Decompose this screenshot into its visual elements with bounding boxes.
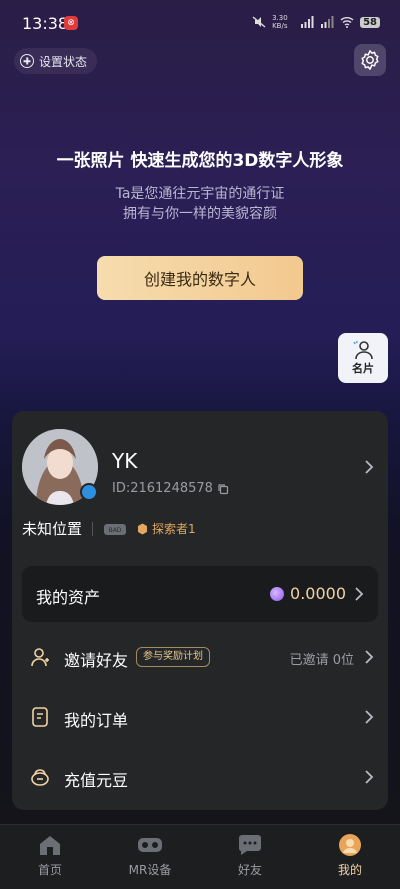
orders-label: 我的订单 (64, 711, 129, 730)
notification-icon: ⊗ (64, 16, 78, 30)
vr-headset-icon: BAD (104, 523, 127, 535)
bottom-tab-bar: 首页 MR设备 好友 我的 (0, 824, 400, 889)
copy-icon[interactable] (217, 483, 229, 495)
chevron-right-icon (365, 650, 374, 664)
assets-label: 我的资产 (36, 588, 101, 607)
create-digital-human-button[interactable]: 创建我的数字人 (97, 256, 303, 300)
tab-friends-label: 好友 (237, 863, 262, 877)
status-icons: 3.30 KB/s 58 (252, 14, 380, 30)
namecard-button[interactable]: 名片 (338, 333, 388, 383)
avatar-edit-badge[interactable] (80, 483, 98, 501)
location-row: 未知位置 BAD 探索者1 (22, 518, 196, 539)
mute-icon (252, 16, 266, 28)
tab-mr-label: MR设备 (128, 863, 172, 877)
profile-card: YK ID:2161248578 未知位置 BAD 探索者1 我的资产 0.00… (12, 411, 388, 810)
tab-home-label: 首页 (37, 863, 62, 877)
namecard-label: 名片 (352, 362, 374, 375)
invite-friends-row[interactable]: 邀请好友 参与奖励计划 已邀请 0位 (12, 629, 388, 685)
recharge-row[interactable]: 充值元豆 (12, 749, 388, 805)
wifi-icon (340, 17, 354, 28)
signal-icon-2 (321, 16, 334, 28)
tab-home[interactable]: 首页 (0, 825, 100, 889)
battery-icon: 58 (360, 16, 380, 28)
plus-circle-icon (20, 54, 34, 68)
user-id-text: ID:2161248578 (112, 481, 213, 496)
person-icon (353, 340, 373, 360)
divider (92, 521, 94, 536)
assets-value: 0.0000 (270, 584, 346, 603)
gear-icon (361, 50, 379, 70)
recharge-label: 充值元豆 (64, 771, 129, 790)
status-time: 13:38 (22, 14, 69, 33)
chevron-right-icon (355, 587, 364, 601)
hexagon-icon (138, 523, 148, 534)
hero-title: 一张照片 快速生成您的3D数字人形象 (56, 151, 344, 171)
reward-plan-badge[interactable]: 参与奖励计划 (136, 647, 210, 667)
chevron-right-icon (365, 770, 374, 784)
user-id: ID:2161248578 (112, 481, 229, 496)
vr-headset-icon (137, 833, 163, 857)
status-bar: 13:38 ⊗ 3.30 KB/s 58 (0, 0, 400, 46)
profile-icon (337, 833, 363, 857)
hero-subtitle-2: 拥有与你一样的美貌容颜 (123, 206, 277, 222)
order-list-icon (32, 707, 48, 727)
tab-me[interactable]: 我的 (300, 825, 400, 889)
home-icon (37, 833, 63, 857)
invite-label: 邀请好友 (64, 651, 129, 670)
my-orders-row[interactable]: 我的订单 (12, 689, 388, 745)
chevron-right-icon[interactable] (364, 460, 374, 474)
signal-icon (301, 16, 314, 28)
explorer-badge: 探索者1 (137, 520, 196, 537)
assets-row[interactable]: 我的资产 0.0000 (22, 566, 378, 622)
set-status-button[interactable]: 设置状态 (14, 48, 98, 74)
tab-friends[interactable]: 好友 (200, 825, 300, 889)
set-status-label: 设置状态 (39, 54, 88, 69)
bean-wallet-icon (31, 769, 49, 786)
network-speed: 3.30 KB/s (272, 14, 288, 30)
assets-amount: 0.0000 (290, 584, 346, 603)
location-text: 未知位置 (22, 520, 83, 538)
chevron-right-icon (365, 710, 374, 724)
invited-count: 已邀请 0位 (289, 653, 354, 668)
username: YK (112, 449, 138, 473)
invite-user-icon (31, 648, 49, 667)
settings-button[interactable] (354, 44, 386, 76)
chat-icon (237, 833, 263, 857)
coin-icon (270, 586, 285, 601)
svg-text:BAD: BAD (109, 527, 122, 534)
explorer-label: 探索者1 (152, 522, 196, 536)
hero-subtitle-1: Ta是您通往元宇宙的通行证 (115, 186, 285, 202)
tab-mr-device[interactable]: MR设备 (100, 825, 200, 889)
tab-me-label: 我的 (337, 863, 362, 877)
